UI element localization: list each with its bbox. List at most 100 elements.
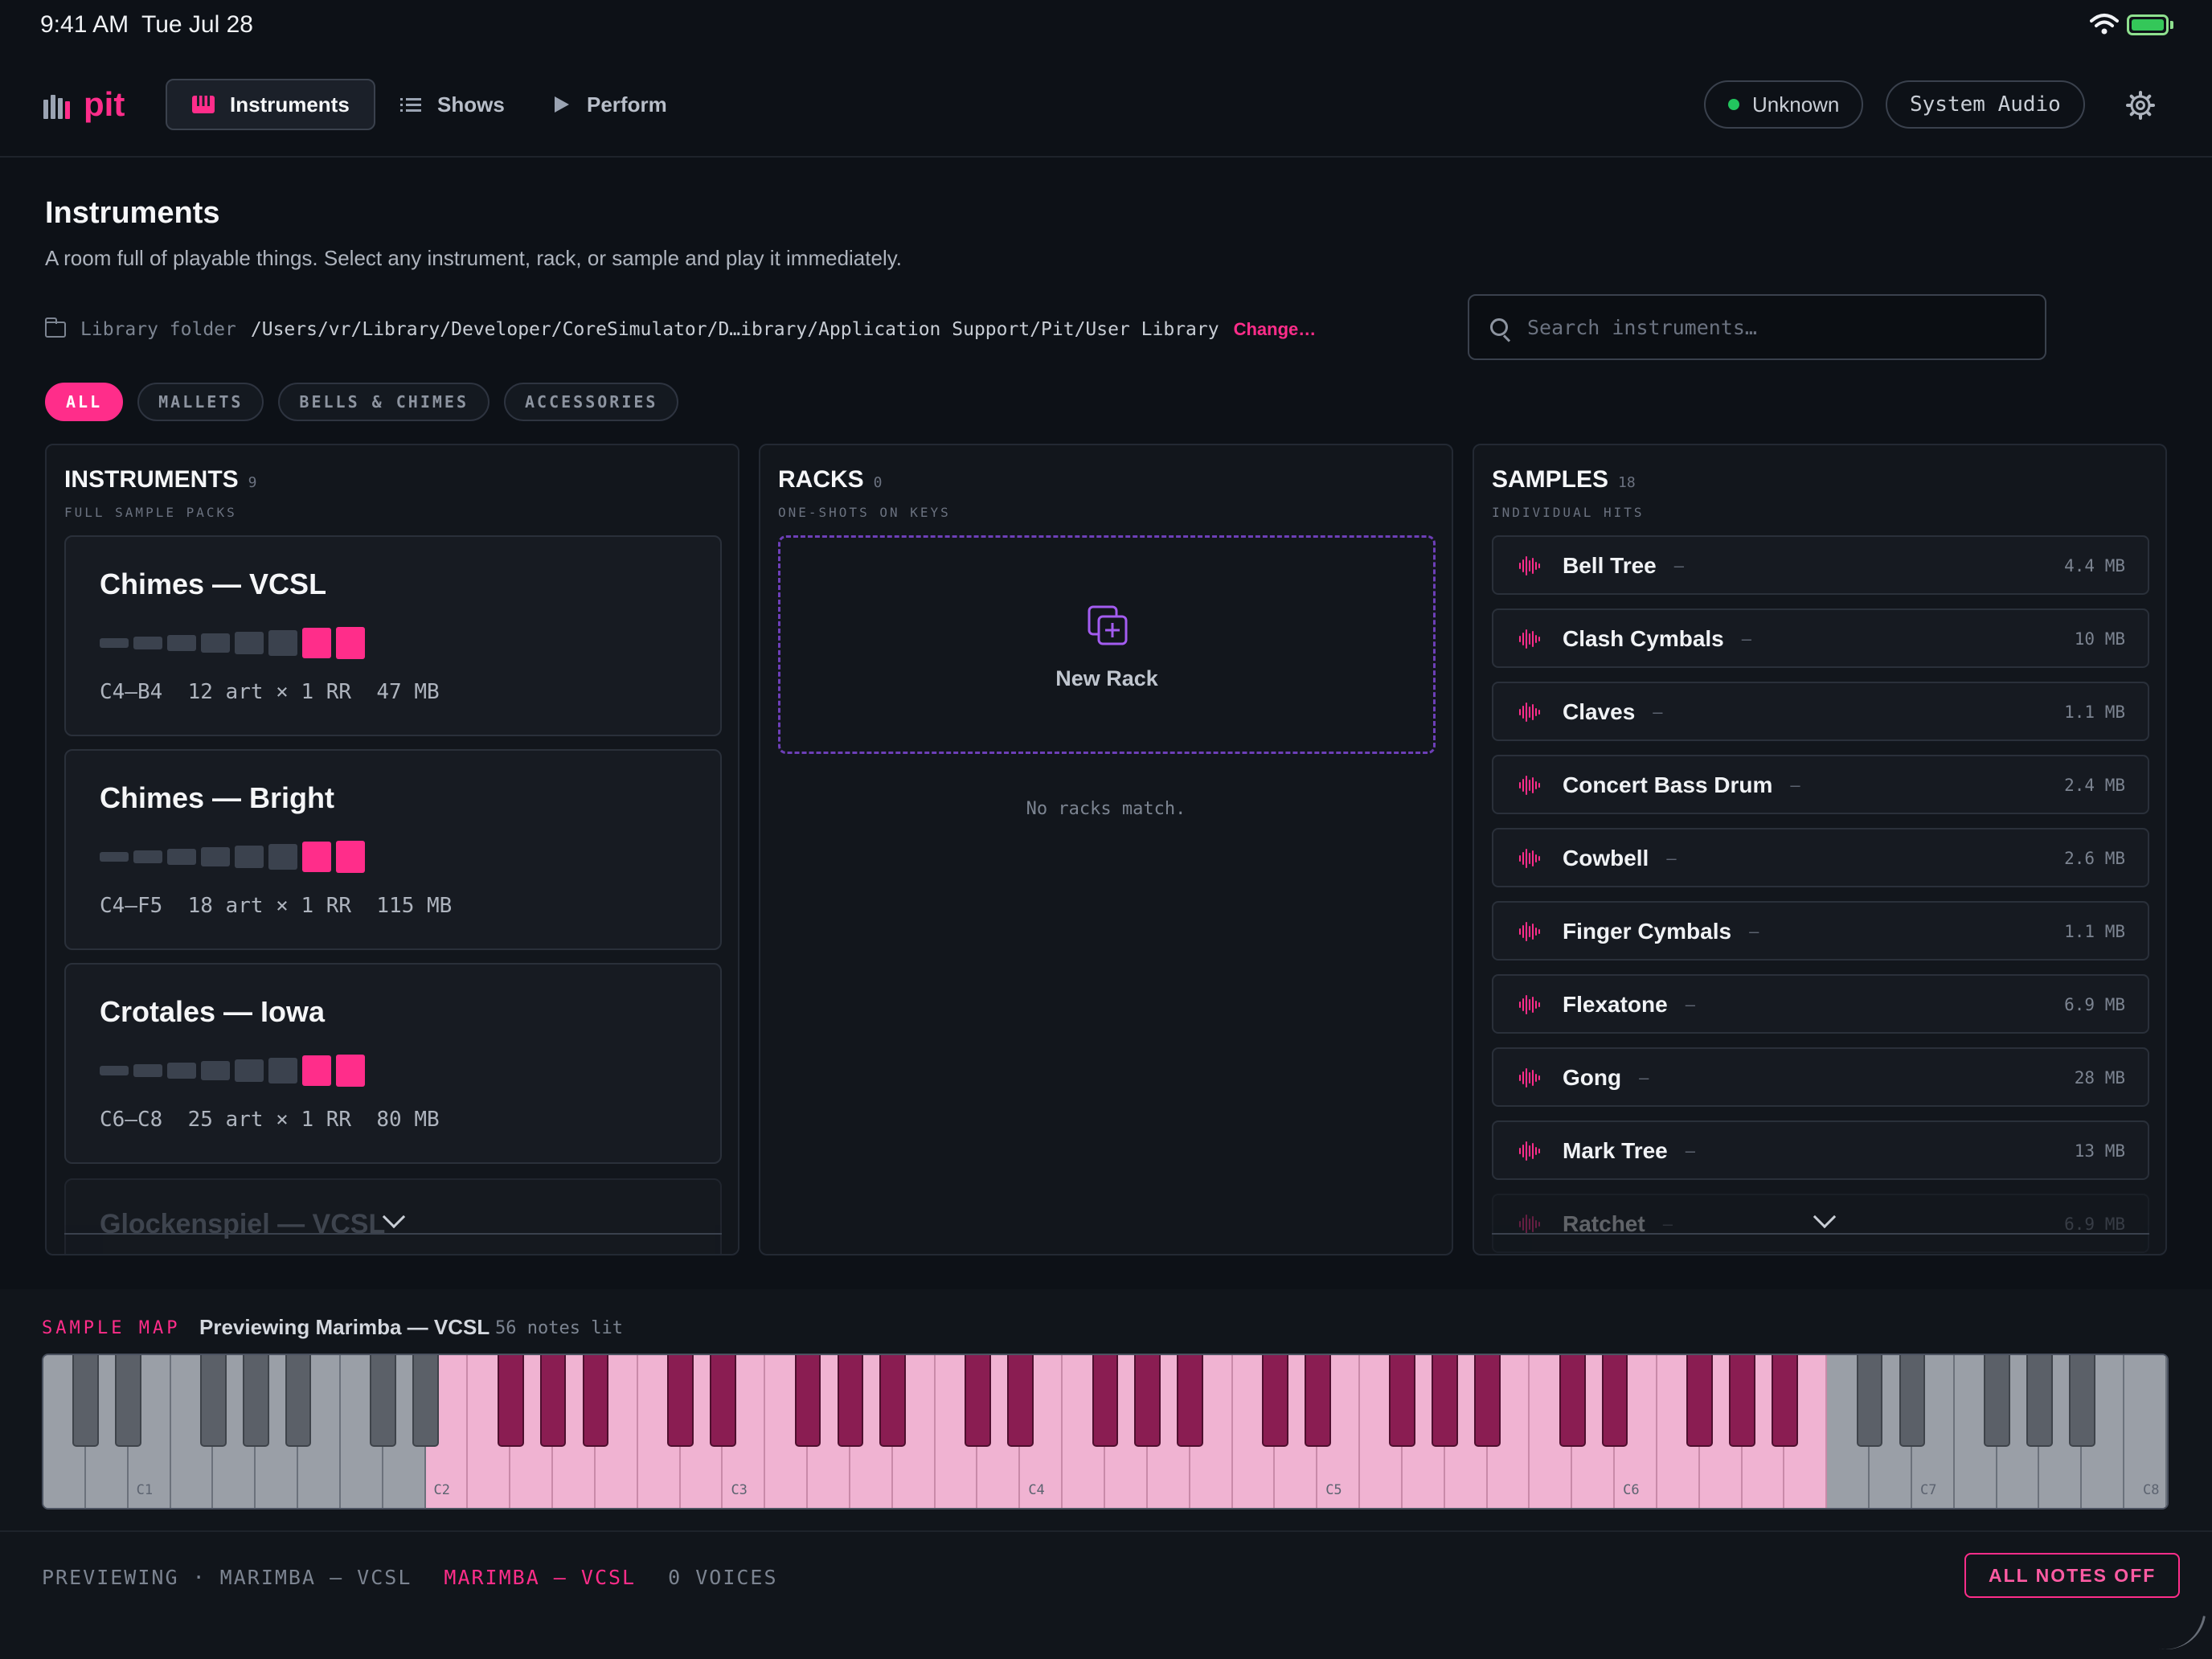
black-key[interactable] — [1261, 1355, 1288, 1447]
instrument-name: Chimes — VCSL — [100, 567, 327, 600]
tab-instruments[interactable]: Instruments — [166, 79, 375, 130]
black-key[interactable] — [285, 1355, 312, 1447]
new-rack-button[interactable]: New Rack — [778, 535, 1436, 754]
instruments-caption: FULL SAMPLE PACKS — [64, 505, 237, 520]
sample-row[interactable]: Cowbell – 2.6 MB — [1492, 828, 2149, 887]
black-key[interactable] — [1772, 1355, 1798, 1447]
footer-instrument: MARIMBA — VCSL — [444, 1566, 637, 1589]
waveform-icon — [1519, 555, 1540, 576]
sample-row[interactable]: Finger Cymbals – 1.1 MB — [1492, 901, 2149, 961]
sample-name: Cowbell – — [1563, 846, 1677, 870]
change-library-link[interactable]: Change… — [1234, 319, 1317, 340]
black-key[interactable] — [582, 1355, 609, 1447]
sample-name: Concert Bass Drum – — [1563, 772, 1800, 797]
black-key[interactable] — [1304, 1355, 1331, 1447]
waveform-icon — [1519, 921, 1540, 942]
black-key[interactable] — [1432, 1355, 1459, 1447]
octave-label: C3 — [731, 1482, 748, 1498]
black-key[interactable] — [1092, 1355, 1119, 1447]
black-key[interactable] — [242, 1355, 269, 1447]
sample-size: 2.4 MB — [2064, 776, 2125, 795]
black-key[interactable] — [1856, 1355, 1883, 1447]
filter-chip-all[interactable]: ALL — [45, 383, 124, 421]
black-key[interactable] — [1899, 1355, 1926, 1447]
sample-name: Clash Cymbals – — [1563, 626, 1751, 651]
search-input[interactable] — [1527, 315, 2026, 339]
black-key[interactable] — [2026, 1355, 2053, 1447]
tab-shows[interactable]: Shows — [375, 79, 529, 130]
sample-row[interactable]: Flexatone – 6.9 MB — [1492, 974, 2149, 1034]
black-key[interactable] — [72, 1355, 100, 1447]
sample-row[interactable]: Mark Tree – 13 MB — [1492, 1120, 2149, 1180]
black-key[interactable] — [837, 1355, 864, 1447]
page-subtitle: A room full of playable things. Select a… — [45, 246, 903, 270]
sample-row[interactable]: Claves – 1.1 MB — [1492, 682, 2149, 741]
library-folder-label: Library folder — [80, 319, 236, 340]
octave-label: C6 — [1623, 1482, 1640, 1498]
instrument-name: Glockenspiel — VCSL — [100, 1209, 386, 1239]
black-key[interactable] — [1134, 1355, 1161, 1447]
sample-size: 13 MB — [2074, 1141, 2125, 1161]
sample-row[interactable]: Concert Bass Drum – 2.4 MB — [1492, 755, 2149, 814]
black-key[interactable] — [710, 1355, 736, 1447]
instrument-name: Chimes — Bright — [100, 781, 335, 814]
black-key[interactable] — [1006, 1355, 1034, 1447]
filter-chip-accessories[interactable]: ACCESSORIES — [504, 383, 679, 421]
sample-size: 28 MB — [2074, 1068, 2125, 1088]
black-key[interactable] — [199, 1355, 227, 1447]
folder-icon — [45, 317, 66, 338]
search-box — [1468, 294, 2046, 360]
black-key[interactable] — [965, 1355, 991, 1447]
sample-size: 10 MB — [2074, 629, 2125, 649]
filter-chip-mallets[interactable]: MALLETS — [137, 383, 264, 421]
connection-status-pill[interactable]: Unknown — [1704, 80, 1864, 129]
black-key[interactable] — [1729, 1355, 1755, 1447]
sample-row[interactable]: Clash Cymbals – 10 MB — [1492, 608, 2149, 668]
instrument-card[interactable]: Crotales — Iowa C6–C8 25 art × 1 RR 80 M… — [64, 963, 722, 1164]
racks-panel: RACKS 0 ONE-SHOTS ON KEYS New Rack No ra… — [759, 444, 1453, 1256]
black-key[interactable] — [1177, 1355, 1204, 1447]
samples-panel-title: SAMPLES 18 — [1492, 466, 1636, 494]
instrument-card[interactable]: Chimes — Bright C4–F5 18 art × 1 RR 115 … — [64, 749, 722, 950]
black-key[interactable] — [667, 1355, 694, 1447]
black-key[interactable] — [1389, 1355, 1416, 1447]
tab-perform[interactable]: Perform — [524, 79, 691, 130]
status-date: Tue Jul 28 — [141, 11, 253, 38]
sample-size: 1.1 MB — [2064, 703, 2125, 722]
waveform-icon — [1519, 994, 1540, 1015]
filter-chip-bells-chimes[interactable]: BELLS & CHIMES — [278, 383, 490, 421]
black-key[interactable] — [412, 1355, 439, 1447]
all-notes-off-button[interactable]: ALL NOTES OFF — [1964, 1553, 2181, 1598]
black-key[interactable] — [370, 1355, 397, 1447]
instrument-card[interactable]: Chimes — VCSL C4–B4 12 art × 1 RR 47 MB — [64, 535, 722, 736]
black-key[interactable] — [1474, 1355, 1501, 1447]
black-key[interactable] — [1686, 1355, 1714, 1447]
empty-racks-message: No racks match. — [1026, 799, 1186, 819]
black-key[interactable] — [2068, 1355, 2095, 1447]
piano-keyboard[interactable]: C1 C2 C3 C4 C5 C6 C7 C8 — [42, 1354, 2169, 1509]
sample-row[interactable]: Bell Tree – 4.4 MB — [1492, 535, 2149, 595]
octave-label: C1 — [136, 1482, 154, 1498]
sample-name: Claves – — [1563, 699, 1663, 724]
black-key[interactable] — [115, 1355, 142, 1447]
octave-label: C8 — [2143, 1482, 2160, 1498]
black-key[interactable] — [879, 1355, 907, 1447]
new-rack-label: New Rack — [1055, 666, 1158, 690]
sample-map-label: SAMPLE MAP — [42, 1318, 181, 1338]
sample-name: Finger Cymbals – — [1563, 919, 1759, 944]
audio-output-pill[interactable]: System Audio — [1886, 80, 2085, 129]
app-logo[interactable]: pit — [84, 85, 125, 124]
black-key[interactable] — [1559, 1355, 1586, 1447]
velocity-meter — [100, 841, 365, 873]
instrument-meta: C4–B4 12 art × 1 RR 47 MB — [100, 680, 440, 704]
velocity-meter — [100, 1055, 365, 1087]
sample-size: 1.1 MB — [2064, 922, 2125, 941]
black-key[interactable] — [539, 1355, 567, 1447]
black-key[interactable] — [794, 1355, 821, 1447]
black-key[interactable] — [497, 1355, 524, 1447]
sample-row[interactable]: Gong – 28 MB — [1492, 1047, 2149, 1107]
black-key[interactable] — [1601, 1355, 1628, 1447]
black-key[interactable] — [1984, 1355, 2010, 1447]
tab-shows-label: Shows — [437, 92, 505, 117]
gear-icon[interactable] — [2125, 90, 2156, 121]
